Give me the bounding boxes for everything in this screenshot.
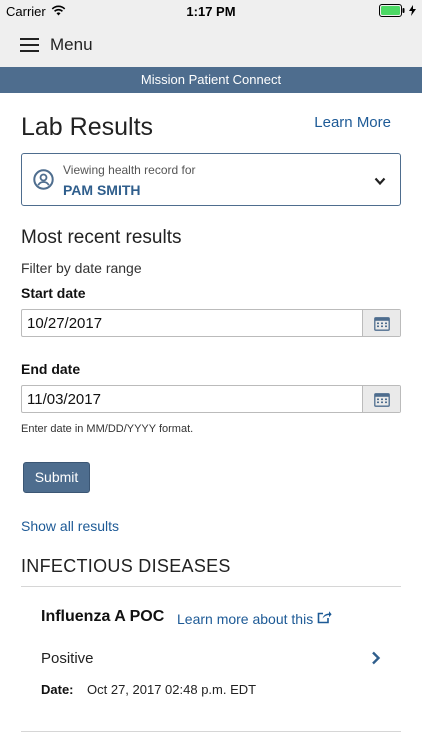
external-link-icon	[317, 610, 332, 627]
learn-more-about-label: Learn more about this	[177, 610, 314, 627]
status-bar: Carrier 1:17 PM	[0, 0, 422, 22]
brand-banner: Mission Patient Connect	[0, 67, 422, 93]
start-date-label: Start date	[21, 285, 86, 301]
status-time: 1:17 PM	[186, 4, 236, 19]
start-date-value: 10/27/2017	[27, 315, 103, 332]
menu-button[interactable]: Menu	[0, 22, 422, 67]
end-date-label: End date	[21, 361, 81, 377]
result-date-label: Date:	[41, 682, 74, 697]
start-date-field[interactable]: 10/27/2017	[21, 309, 401, 337]
calendar-icon[interactable]	[362, 310, 400, 336]
menu-label: Menu	[50, 34, 93, 54]
submit-button[interactable]: Submit	[23, 462, 90, 493]
end-date-value: 11/03/2017	[27, 391, 101, 408]
result-date-value: Oct 27, 2017 02:48 p.m. EDT	[87, 682, 257, 697]
patient-name: PAM SMITH	[63, 182, 141, 198]
divider	[21, 731, 401, 732]
show-all-results-link[interactable]: Show all results	[21, 518, 119, 534]
health-record-selector[interactable]: Viewing health record for PAM SMITH	[21, 153, 401, 206]
filter-label: Filter by date range	[21, 260, 142, 276]
divider	[21, 586, 401, 587]
date-format-hint: Enter date in MM/DD/YYYY format.	[21, 423, 194, 435]
user-circle-icon	[33, 169, 54, 195]
charging-icon	[409, 5, 416, 16]
menu-icon	[20, 37, 40, 52]
record-caption: Viewing health record for	[63, 163, 196, 177]
chevron-right-icon[interactable]	[371, 651, 381, 670]
page-title: Lab Results	[21, 113, 154, 141]
learn-more-link[interactable]: Learn More	[314, 114, 391, 131]
learn-more-about-test-link[interactable]: Learn more about this	[177, 610, 332, 627]
result-category: INFECTIOUS DISEASES	[21, 556, 231, 576]
result-value: Positive	[41, 650, 94, 667]
battery-icon	[379, 4, 416, 17]
calendar-icon[interactable]	[362, 386, 400, 412]
chevron-down-icon	[374, 173, 386, 191]
end-date-field[interactable]: 11/03/2017	[21, 385, 401, 413]
test-name: Influenza A POC	[41, 608, 165, 625]
section-heading: Most recent results	[21, 227, 182, 248]
